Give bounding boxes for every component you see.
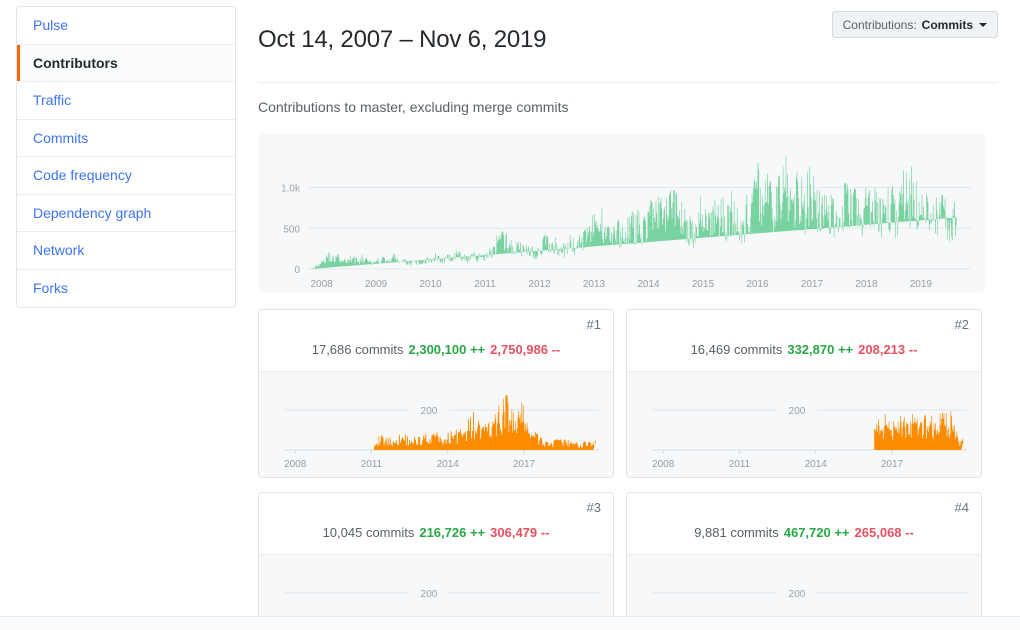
contributors-page: Pulse Contributors Traffic Commits Code freq… (0, 0, 1020, 630)
deletions-count: 265,068 -- (854, 525, 914, 541)
dropdown-selected-value: Commits (921, 17, 973, 32)
contributor-sparkline-svg: 200 2008 2011 2014 2017 (284, 394, 599, 470)
svg-text:2014: 2014 (805, 459, 828, 470)
svg-text:2012: 2012 (528, 279, 551, 290)
contributor-card-header: #1 17,686 commits 2,300,100 ++ 2,750,986 -- (259, 310, 613, 373)
sidebar-item-forks[interactable]: Forks (17, 269, 235, 307)
svg-text:2008: 2008 (652, 459, 675, 470)
contributor-card[interactable]: #1 17,686 commits 2,300,100 ++ 2,750,986 --… (258, 309, 614, 479)
header-row: Oct 14, 2007 – Nov 6, 2019 Contributions… (258, 0, 998, 84)
contributions-subtitle: Contributions to master, excluding merge… (258, 99, 569, 116)
additions-count: 467,720 ++ (783, 525, 850, 541)
sidebar-item-network[interactable]: Network (17, 232, 235, 270)
svg-text:0: 0 (294, 265, 300, 276)
sidebar-item-label: Forks (33, 280, 68, 297)
svg-text:2015: 2015 (692, 279, 715, 290)
sidebar-item-traffic[interactable]: Traffic (17, 82, 235, 120)
contributor-stats: 16,469 commits 332,870 ++ 208,213 -- (627, 342, 981, 357)
contributor-card[interactable]: #49,881 commits467,720 ++265,068 --20020… (626, 492, 982, 630)
svg-text:2017: 2017 (881, 459, 904, 470)
sidebar-item-label: Dependency graph (33, 204, 152, 221)
svg-text:2014: 2014 (437, 459, 460, 470)
additions-count: 332,870 ++ (787, 342, 854, 358)
contributor-card-header: #4 9,881 commits 467,720 ++ 265,068 -- (627, 493, 981, 556)
svg-text:2016: 2016 (746, 279, 769, 290)
svg-text:200: 200 (789, 589, 806, 600)
sidebar-item-pulse[interactable]: Pulse (17, 7, 235, 45)
svg-text:2019: 2019 (910, 279, 933, 290)
svg-text:2011: 2011 (361, 459, 383, 470)
svg-text:1.0k: 1.0k (281, 184, 301, 195)
contributions-type-dropdown[interactable]: Contributions: Commits (831, 11, 998, 38)
svg-text:2017: 2017 (513, 459, 536, 470)
svg-text:200: 200 (421, 589, 438, 600)
sidebar-item-label: Pulse (33, 17, 69, 34)
additions-count: 2,300,100 ++ (408, 342, 486, 358)
svg-text:2014: 2014 (637, 279, 660, 290)
svg-text:2011: 2011 (474, 279, 496, 290)
svg-text:200: 200 (789, 406, 806, 417)
chevron-down-icon (979, 22, 987, 27)
deletions-count: 208,213 -- (858, 342, 918, 358)
overall-contributions-svg: 0 500 1.0k 2008 2009 2010 2011 2012 2013 2014 2015… (281, 156, 971, 290)
commit-count[interactable]: 10,045 commits (323, 525, 415, 540)
contributor-card-list: #1 17,686 commits 2,300,100 ++ 2,750,986 --… (258, 309, 992, 630)
dropdown-prefix-label: Contributions: (842, 17, 917, 32)
sidebar-item-dependency-graph[interactable]: Dependency graph (17, 194, 235, 232)
page-bottom-strip (0, 616, 1020, 630)
svg-text:2017: 2017 (801, 279, 824, 290)
contributor-card-header: #3 10,045 commits 216,726 ++ 306,479 -- (259, 493, 613, 556)
deletions-count: 306,479 -- (490, 525, 550, 541)
sidebar-item-label: Code frequency (33, 167, 132, 184)
commit-count[interactable]: 9,881 commits (694, 525, 779, 540)
overall-contributions-chart[interactable]: 0 500 1.0k 2008 2009 2010 2011 2012 2013 2014 2015… (258, 133, 985, 294)
page-title: Oct 14, 2007 – Nov 6, 2019 (258, 26, 547, 54)
contributor-sparkline[interactable]: 200 2008 2011 2014 2017 (627, 372, 981, 478)
svg-text:200: 200 (421, 406, 438, 417)
contributor-stats: 9,881 commits 467,720 ++ 265,068 -- (627, 525, 981, 540)
svg-text:500: 500 (283, 224, 300, 235)
contributor-card[interactable]: #3 10,045 commits 216,726 ++306,479 -- 200 2… (258, 492, 614, 630)
svg-text:2010: 2010 (419, 279, 442, 290)
sidebar-item-label: Traffic (33, 92, 72, 109)
contributor-rank: #4 (954, 500, 969, 516)
sidebar-item-commits[interactable]: Commits (17, 119, 235, 157)
contributor-card-header: #2 16,469 commits 332,870 ++ 208,213 -- (627, 310, 981, 373)
svg-text:2008: 2008 (284, 459, 307, 470)
sidebar-item-label: Contributors (33, 54, 118, 71)
svg-text:2018: 2018 (855, 279, 878, 290)
contributor-sparkline-svg: 200 2008 2011 2014 2017 (652, 406, 967, 470)
svg-text:2009: 2009 (365, 279, 388, 290)
sidebar-item-contributors[interactable]: Contributors (17, 44, 235, 82)
contributor-rank: #3 (586, 500, 601, 516)
main-content: Oct 14, 2007 – Nov 6, 2019 Contributions… (258, 0, 998, 630)
contributor-sparkline[interactable]: 200 2008 2011 2014 2017 (259, 372, 613, 478)
contributor-stats: 10,045 commits 216,726 ++ 306,479 -- (259, 525, 613, 540)
svg-text:2013: 2013 (583, 279, 606, 290)
additions-count: 216,726 ++ (419, 525, 486, 541)
contributor-stats: 17,686 commits 2,300,100 ++ 2,750,986 -- (259, 342, 613, 357)
deletions-count: 2,750,986 -- (490, 342, 561, 358)
commit-count[interactable]: 17,686 commits (312, 342, 404, 357)
contributor-card[interactable]: #2 16,469 commits 332,870 ++ 208,213 -- 200 2… (626, 309, 982, 479)
commit-count[interactable]: 16,469 commits (691, 342, 783, 357)
svg-text:2008: 2008 (310, 279, 333, 290)
sidebar-item-code-frequency[interactable]: Code frequency (17, 157, 235, 195)
contributor-rank: #2 (954, 317, 969, 333)
insights-sidebar: Pulse Contributors Traffic Commits Code freq… (16, 6, 236, 308)
svg-text:2011: 2011 (729, 459, 751, 470)
contributor-rank: #1 (586, 317, 601, 333)
sidebar-item-label: Network (33, 242, 85, 259)
sidebar-item-label: Commits (33, 129, 89, 146)
